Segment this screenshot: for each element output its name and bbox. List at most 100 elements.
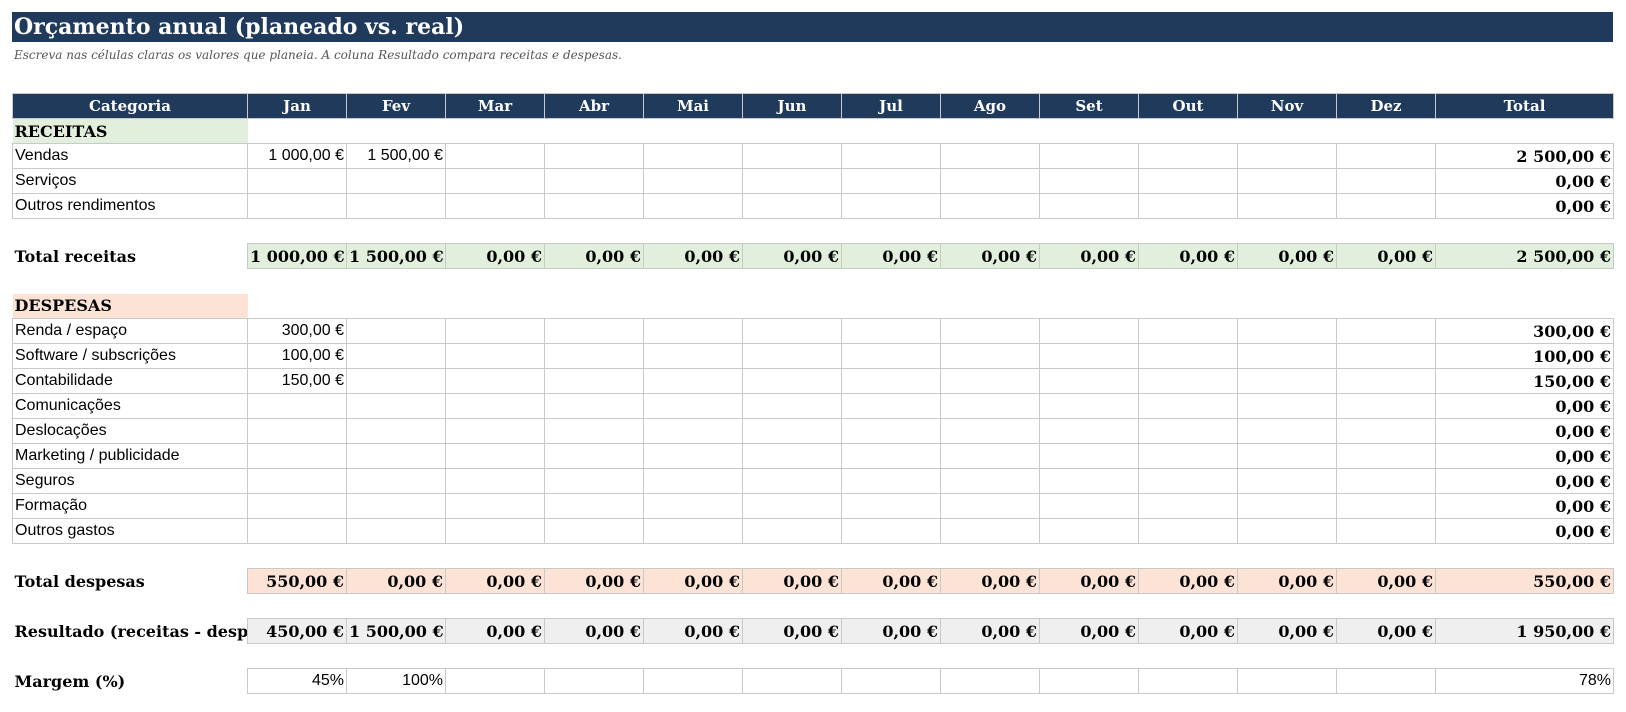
value-cell[interactable] bbox=[1138, 318, 1238, 344]
value-cell[interactable] bbox=[742, 493, 842, 519]
value-cell[interactable] bbox=[1237, 168, 1337, 194]
margem-cell[interactable] bbox=[940, 668, 1040, 694]
value-cell[interactable] bbox=[544, 318, 644, 344]
value-cell[interactable] bbox=[346, 168, 446, 194]
total-receitas-cell[interactable]: 0,00 € bbox=[1039, 243, 1139, 269]
value-cell[interactable] bbox=[742, 393, 842, 419]
value-cell[interactable] bbox=[940, 168, 1040, 194]
value-cell[interactable] bbox=[1336, 443, 1436, 469]
total-despesas-cell[interactable]: 0,00 € bbox=[1336, 568, 1436, 594]
value-cell[interactable] bbox=[742, 518, 842, 544]
margem-cell[interactable] bbox=[1039, 668, 1139, 694]
value-cell[interactable] bbox=[1237, 393, 1337, 419]
value-cell[interactable] bbox=[1237, 518, 1337, 544]
total-receitas-cell[interactable]: 0,00 € bbox=[1237, 243, 1337, 269]
row-total-cell[interactable]: 300,00 € bbox=[1435, 318, 1614, 344]
value-cell[interactable] bbox=[1336, 193, 1436, 219]
row-total-cell[interactable]: 0,00 € bbox=[1435, 518, 1614, 544]
value-cell[interactable] bbox=[1039, 393, 1139, 419]
value-cell[interactable] bbox=[1039, 468, 1139, 494]
margem-cell[interactable] bbox=[742, 668, 842, 694]
row-total-cell[interactable]: 100,00 € bbox=[1435, 343, 1614, 369]
value-cell[interactable] bbox=[742, 418, 842, 444]
value-cell[interactable] bbox=[643, 393, 743, 419]
value-cell[interactable] bbox=[445, 393, 545, 419]
value-cell[interactable] bbox=[742, 193, 842, 219]
row-label[interactable]: Formação bbox=[12, 493, 248, 519]
value-cell[interactable] bbox=[445, 368, 545, 394]
total-despesas-cell[interactable]: 0,00 € bbox=[940, 568, 1040, 594]
total-despesas-cell[interactable]: 0,00 € bbox=[1039, 568, 1139, 594]
value-cell[interactable] bbox=[1039, 143, 1139, 169]
value-cell[interactable] bbox=[1039, 493, 1139, 519]
value-cell[interactable] bbox=[841, 318, 941, 344]
value-cell[interactable] bbox=[544, 393, 644, 419]
total-receitas-cell[interactable]: 0,00 € bbox=[940, 243, 1040, 269]
total-despesas-cell[interactable]: 0,00 € bbox=[1138, 568, 1238, 594]
value-cell[interactable] bbox=[841, 168, 941, 194]
margem-cell[interactable] bbox=[1336, 668, 1436, 694]
resultado-cell[interactable]: 1 500,00 € bbox=[346, 618, 446, 644]
value-cell[interactable] bbox=[1138, 343, 1238, 369]
column-header-categoria[interactable]: Categoria bbox=[12, 93, 248, 119]
value-cell[interactable] bbox=[1138, 518, 1238, 544]
value-cell[interactable] bbox=[940, 368, 1040, 394]
column-header-total[interactable]: Total bbox=[1435, 93, 1614, 119]
value-cell[interactable] bbox=[1237, 368, 1337, 394]
value-cell[interactable] bbox=[445, 493, 545, 519]
row-total-cell[interactable]: 0,00 € bbox=[1435, 493, 1614, 519]
total-receitas-cell[interactable]: 1 500,00 € bbox=[346, 243, 446, 269]
value-cell[interactable] bbox=[346, 418, 446, 444]
row-label[interactable]: Outros rendimentos bbox=[12, 193, 248, 219]
row-label[interactable]: Deslocações bbox=[12, 418, 248, 444]
total-receitas-cell[interactable]: 1 000,00 € bbox=[247, 243, 347, 269]
value-cell[interactable] bbox=[346, 318, 446, 344]
row-total-cell[interactable]: 0,00 € bbox=[1435, 193, 1614, 219]
column-header-jun[interactable]: Jun bbox=[742, 93, 842, 119]
value-cell[interactable] bbox=[346, 443, 446, 469]
value-cell[interactable] bbox=[940, 318, 1040, 344]
value-cell[interactable] bbox=[841, 493, 941, 519]
margem-cell[interactable]: 100% bbox=[346, 668, 446, 694]
value-cell[interactable] bbox=[1039, 168, 1139, 194]
value-cell[interactable] bbox=[346, 343, 446, 369]
value-cell[interactable] bbox=[1237, 443, 1337, 469]
value-cell[interactable] bbox=[247, 493, 347, 519]
value-cell[interactable] bbox=[742, 318, 842, 344]
row-total-cell[interactable]: 0,00 € bbox=[1435, 443, 1614, 469]
value-cell[interactable] bbox=[1237, 318, 1337, 344]
column-header-fev[interactable]: Fev bbox=[346, 93, 446, 119]
value-cell[interactable] bbox=[940, 143, 1040, 169]
value-cell[interactable] bbox=[643, 318, 743, 344]
column-header-jul[interactable]: Jul bbox=[841, 93, 941, 119]
value-cell[interactable] bbox=[247, 418, 347, 444]
value-cell[interactable] bbox=[643, 193, 743, 219]
value-cell[interactable] bbox=[247, 468, 347, 494]
value-cell[interactable] bbox=[445, 168, 545, 194]
value-cell[interactable]: 1 000,00 € bbox=[247, 143, 347, 169]
value-cell[interactable] bbox=[742, 168, 842, 194]
value-cell[interactable] bbox=[1336, 143, 1436, 169]
column-header-dez[interactable]: Dez bbox=[1336, 93, 1436, 119]
resultado-cell[interactable]: 0,00 € bbox=[544, 618, 644, 644]
value-cell[interactable] bbox=[1237, 193, 1337, 219]
row-total-cell[interactable]: 150,00 € bbox=[1435, 368, 1614, 394]
value-cell[interactable] bbox=[841, 518, 941, 544]
margem-cell[interactable] bbox=[841, 668, 941, 694]
value-cell[interactable] bbox=[544, 368, 644, 394]
total-despesas-cell[interactable]: 0,00 € bbox=[643, 568, 743, 594]
row-label[interactable]: Outros gastos bbox=[12, 518, 248, 544]
value-cell[interactable] bbox=[445, 443, 545, 469]
total-despesas-cell[interactable]: 0,00 € bbox=[445, 568, 545, 594]
value-cell[interactable] bbox=[247, 193, 347, 219]
total-despesas-cell[interactable]: 0,00 € bbox=[1237, 568, 1337, 594]
value-cell[interactable] bbox=[544, 193, 644, 219]
value-cell[interactable] bbox=[643, 368, 743, 394]
value-cell[interactable]: 300,00 € bbox=[247, 318, 347, 344]
value-cell[interactable] bbox=[445, 468, 545, 494]
value-cell[interactable] bbox=[841, 443, 941, 469]
value-cell[interactable] bbox=[247, 393, 347, 419]
row-label[interactable]: Renda / espaço bbox=[12, 318, 248, 344]
value-cell[interactable] bbox=[1237, 143, 1337, 169]
value-cell[interactable] bbox=[445, 318, 545, 344]
